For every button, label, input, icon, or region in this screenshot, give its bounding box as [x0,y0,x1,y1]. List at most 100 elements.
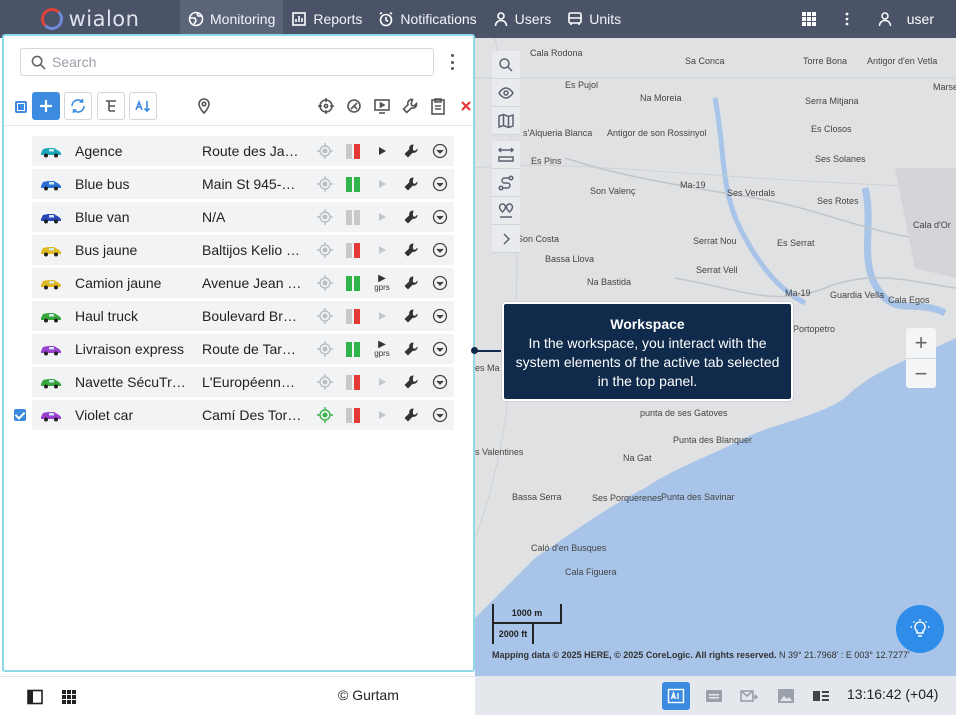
log-button[interactable] [808,683,834,709]
nav-notifications[interactable]: Notifications [370,0,484,38]
unit-address[interactable]: Avenue Jean Jaures [202,275,302,291]
connection-state-icon[interactable] [346,342,360,357]
unit-properties-icon[interactable] [403,275,419,291]
search-box[interactable] [20,48,434,76]
map-layers-button[interactable] [492,107,520,135]
unit-address[interactable]: L'Européenne, Nice [202,374,302,390]
settings-column-icon[interactable] [396,92,424,120]
unit-properties-icon[interactable] [403,308,419,324]
unit-properties-icon[interactable] [403,407,419,423]
table-row[interactable]: Blue van N/A [32,202,454,232]
locate-unit-icon[interactable] [317,143,333,159]
zoom-out-button[interactable]: − [906,358,936,388]
unit-menu-icon[interactable] [432,308,448,324]
table-row[interactable]: Haul truck Boulevard Brand Whitlock [32,301,454,331]
tips-button[interactable] [896,605,944,653]
commands-column-icon[interactable] [368,92,396,120]
gallery-button[interactable] [773,683,799,709]
map-tools-expand-button[interactable] [492,225,520,253]
locate-unit-icon[interactable] [317,275,333,291]
user-menu[interactable]: user [877,11,934,27]
map-geofences-button[interactable] [492,197,520,225]
send-command-icon[interactable] [374,143,390,159]
locate-unit-icon[interactable] [317,209,333,225]
locate-unit-icon[interactable] [317,308,333,324]
connection-state-icon[interactable] [346,144,360,159]
connection-state-icon[interactable] [346,375,360,390]
messages-button[interactable] [701,683,727,709]
table-row[interactable]: Bus jaune Baltijos Kelio gatve [32,235,454,265]
zoom-in-button[interactable]: + [906,328,936,358]
connection-state-icon[interactable] [346,276,360,291]
unit-properties-icon[interactable] [403,242,419,258]
send-command-icon[interactable] [374,407,390,423]
send-command-icon[interactable] [374,242,390,258]
nav-users[interactable]: Users [485,0,560,38]
apps-icon[interactable] [61,689,77,705]
unit-properties-icon[interactable] [403,176,419,192]
address-column-icon[interactable] [190,92,218,120]
unit-address[interactable]: Camí Des Torrents [202,407,302,423]
locate-unit-icon[interactable] [317,176,333,192]
unit-checkbox[interactable] [14,409,26,421]
locate-unit-icon[interactable] [317,407,333,423]
connection-column-icon[interactable] [340,92,368,120]
map-route-button[interactable] [492,169,520,197]
unit-checkbox[interactable] [14,343,26,355]
table-row[interactable]: Livraison express Route de Tarascon ▶gprs [32,334,454,364]
locate-unit-icon[interactable] [317,374,333,390]
send-command-icon[interactable] [374,308,390,324]
connection-state-icon[interactable] [346,408,360,423]
unit-address[interactable]: N/A [202,209,302,225]
unit-properties-icon[interactable] [403,374,419,390]
unit-properties-icon[interactable] [403,143,419,159]
wialon-logo[interactable]: wialon [0,0,180,38]
map-search-button[interactable] [492,51,520,79]
connection-state-icon[interactable] [346,210,360,225]
add-unit-button[interactable] [32,92,60,120]
connection-state-icon[interactable] [346,243,360,258]
sort-button[interactable] [129,92,157,120]
more-vertical-icon[interactable] [839,11,855,27]
map-ruler-button[interactable] [492,141,520,169]
locate-unit-icon[interactable] [317,242,333,258]
unit-menu-icon[interactable] [432,143,448,159]
gprs-command-icon[interactable]: ▶ gprs [372,340,392,358]
search-input[interactable] [52,54,412,70]
apps-grid-icon[interactable] [801,11,817,27]
table-row[interactable]: Violet car Camí Des Torrents [14,400,454,430]
connection-state-icon[interactable] [346,177,360,192]
refresh-button[interactable] [64,92,92,120]
unit-checkbox[interactable] [14,310,26,322]
unit-address[interactable]: Route des Jardins [202,143,302,159]
nav-monitoring[interactable]: Monitoring [180,0,284,38]
table-row[interactable]: Agence Route des Jardins [32,136,454,166]
nav-units[interactable]: Units [559,0,629,38]
unit-properties-icon[interactable] [403,341,419,357]
unit-menu-icon[interactable] [432,407,448,423]
unit-properties-icon[interactable] [403,209,419,225]
table-row[interactable]: Blue bus Main St 945-955 [32,169,454,199]
unit-menu-icon[interactable] [432,209,448,225]
unit-address[interactable]: Main St 945-955 [202,176,302,192]
unit-checkbox[interactable] [14,178,26,190]
unit-menu-icon[interactable] [432,374,448,390]
send-command-icon[interactable] [374,374,390,390]
gprs-command-icon[interactable]: ▶ gprs [372,274,392,292]
unit-address[interactable]: Baltijos Kelio gatve [202,242,302,258]
unit-checkbox[interactable] [14,145,26,157]
toggle-panel-icon[interactable] [27,689,43,705]
group-tree-button[interactable] [97,92,125,120]
unit-address[interactable]: Route de Tarascon [202,341,302,357]
locate-column-icon[interactable] [312,92,340,120]
select-all-checkbox[interactable] [15,101,27,113]
locate-unit-icon[interactable] [317,341,333,357]
mail-button[interactable] [736,683,762,709]
unit-checkbox[interactable] [14,277,26,289]
unit-checkbox[interactable] [14,376,26,388]
map-visibility-button[interactable] [492,79,520,107]
unit-menu-icon[interactable] [432,176,448,192]
unit-checkbox[interactable] [14,244,26,256]
table-row[interactable]: Camion jaune Avenue Jean Jaures ▶gprs [32,268,454,298]
unit-address[interactable]: Boulevard Brand Whitlock [202,308,302,324]
